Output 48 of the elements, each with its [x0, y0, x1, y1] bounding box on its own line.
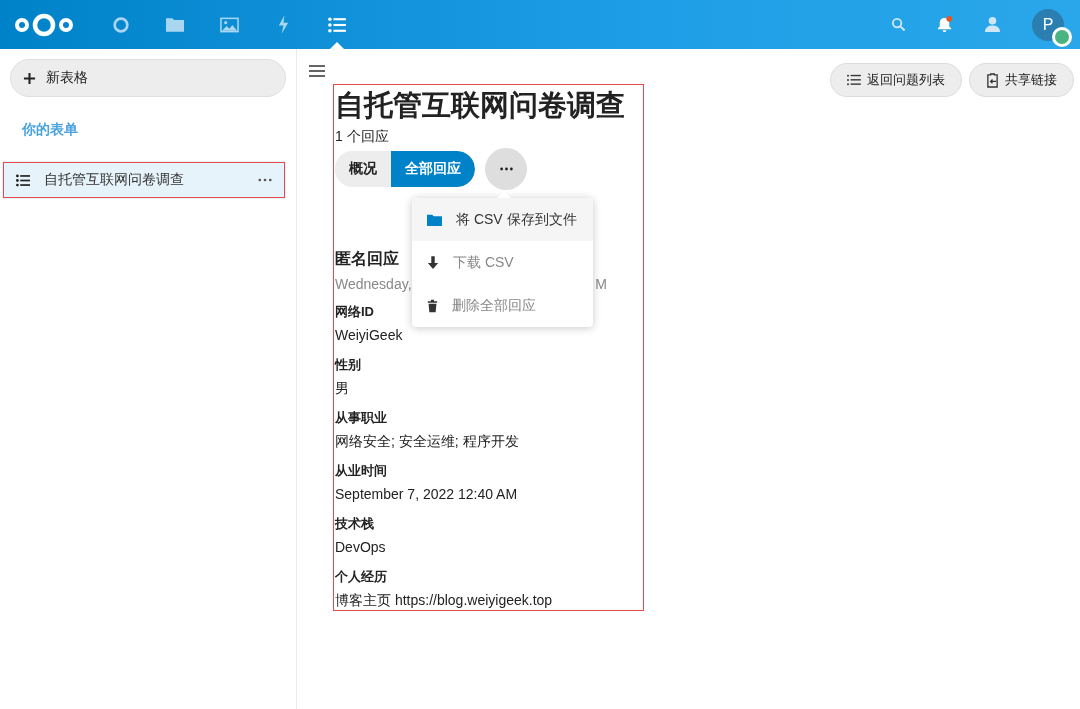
folder-icon[interactable] [166, 17, 184, 32]
logo-icon[interactable] [14, 11, 74, 38]
menu-item[interactable]: 将 CSV 保存到文件 [412, 198, 593, 241]
more-icon[interactable] [258, 178, 272, 182]
download-icon [427, 255, 439, 270]
answer-text: 网络安全; 安全运维; 程序开发 [335, 432, 520, 451]
answer-text: September 7, 2022 12:40 AM [335, 485, 519, 504]
trash-icon [427, 298, 438, 313]
user-avatar[interactable]: P [1032, 8, 1064, 41]
clipboard-icon [986, 72, 999, 88]
question-label: 网络ID [335, 303, 374, 321]
answer-text: 博客主页 https://blog.weiyigeek.top [335, 591, 554, 610]
search-icon[interactable] [891, 17, 906, 32]
response-count: 1 个回应 [335, 128, 390, 146]
active-indicator [330, 42, 344, 49]
contacts-icon[interactable] [983, 16, 1002, 33]
folder-icon [427, 213, 442, 226]
answer-text: 男 [335, 379, 350, 398]
toolbar-button[interactable]: 共享链接 [969, 63, 1074, 97]
view-tab[interactable]: 全部回应 [391, 151, 475, 187]
list-icon [847, 74, 861, 86]
answer-text: DevOps [335, 538, 387, 557]
section-heading: 你的表单 [21, 120, 79, 139]
more-icon [499, 167, 513, 171]
menu-icon[interactable] [309, 65, 325, 77]
lightning-icon[interactable] [276, 15, 290, 34]
question-label: 个人经历 [335, 568, 387, 586]
toolbar-button[interactable]: 返回问题列表 [830, 63, 962, 97]
more-actions-button[interactable] [485, 148, 527, 190]
response-title: 匿名回应 [335, 249, 399, 269]
form-title: 自托管互联网问卷调查 [335, 88, 626, 123]
answer-text: WeiyiGeek [335, 326, 404, 345]
form-list-item[interactable]: 自托管互联网问卷调查 [2, 161, 286, 199]
list-icon [16, 173, 30, 187]
question-label: 技术栈 [335, 515, 374, 533]
question-label: 从业时间 [335, 462, 387, 480]
question-label: 从事职业 [335, 409, 387, 427]
response-date: Wednesday, [335, 276, 412, 292]
plus-icon [23, 71, 36, 85]
image-icon[interactable] [219, 16, 239, 33]
menu-item[interactable]: 下载 CSV [412, 241, 593, 284]
question-label: 性别 [335, 356, 361, 374]
bell-icon[interactable] [936, 16, 953, 33]
circle-icon[interactable] [112, 15, 130, 34]
new-form-button[interactable]: 新表格 [10, 59, 286, 97]
menu-item[interactable]: 删除全部回应 [412, 284, 593, 327]
list-icon[interactable] [328, 16, 346, 33]
response-date: M [595, 276, 607, 292]
